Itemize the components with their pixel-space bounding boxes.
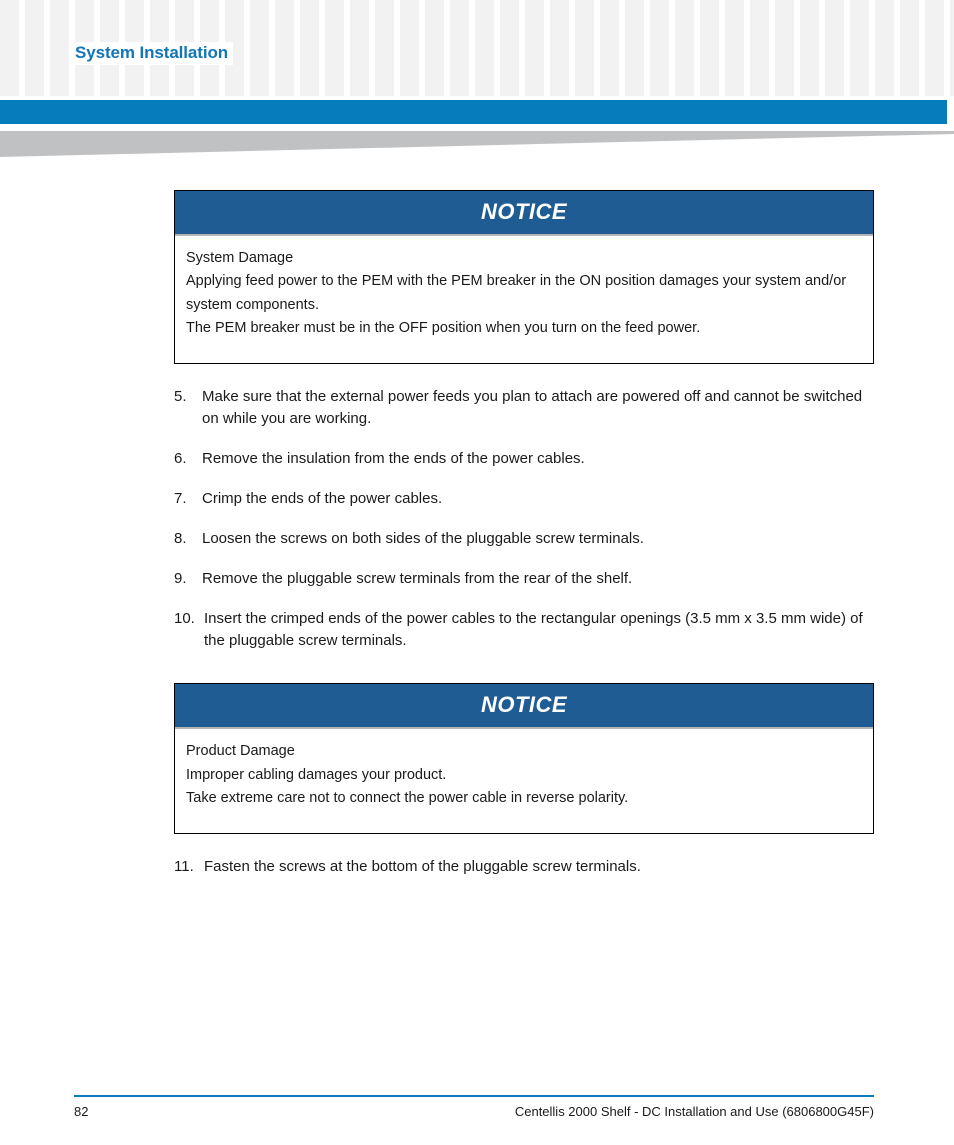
notice-header: NOTICE (175, 191, 873, 236)
notice-body: Product Damage Improper cabling damages … (175, 729, 873, 832)
step-text: Fasten the screws at the bottom of the p… (204, 857, 641, 875)
page-footer: 82 Centellis 2000 Shelf - DC Installatio… (74, 1095, 874, 1119)
step-number: 5. (174, 387, 187, 405)
step-text: Loosen the screws on both sides of the p… (202, 530, 644, 548)
step-list-upper: 5. Make sure that the external power fee… (174, 386, 876, 652)
list-item: 5. Make sure that the external power fee… (174, 386, 876, 430)
step-number: 7. (174, 490, 187, 508)
step-number: 11. (174, 857, 194, 875)
list-item: 9. Remove the pluggable screw terminals … (174, 568, 876, 590)
page-title: System Installation (74, 42, 234, 65)
step-text: Remove the insulation from the ends of t… (202, 450, 585, 468)
notice-line: Product Damage (186, 743, 295, 760)
list-item: 8. Loosen the screws on both sides of th… (174, 528, 876, 550)
notice-line: The PEM breaker must be in the OFF posit… (186, 320, 701, 337)
notice-header: NOTICE (175, 684, 873, 730)
notice-line: Improper cabling damages your product. (186, 766, 447, 783)
pattern-row (0, 77, 954, 96)
notice-line: Take extreme care not to connect the pow… (186, 790, 629, 807)
list-item: 10. Insert the crimped ends of the power… (174, 608, 876, 652)
notice-box-product-damage: NOTICE Product Damage Improper cabling d… (174, 683, 874, 834)
step-number: 8. (174, 530, 187, 548)
notice-title: NOTICE (480, 692, 568, 718)
list-item: 6. Remove the insulation from the ends o… (174, 448, 876, 470)
list-item: 7. Crimp the ends of the power cables. (174, 488, 876, 510)
notice-line: Applying feed power to the PEM with the … (186, 273, 847, 313)
step-text: Make sure that the external power feeds … (202, 387, 863, 427)
notice-line: System Damage (186, 250, 294, 266)
step-number: 6. (174, 450, 187, 468)
step-number: 9. (174, 570, 187, 588)
header-blue-bar (0, 100, 947, 124)
step-text: Crimp the ends of the power cables. (202, 490, 443, 508)
wedge-shape (0, 131, 954, 157)
step-text: Remove the pluggable screw terminals fro… (202, 570, 633, 588)
footer-page-number: 82 (74, 1104, 89, 1119)
page-content: NOTICE System Damage Applying feed power… (174, 190, 876, 896)
header-gray-wedge (0, 131, 954, 159)
pattern-row (0, 2, 954, 21)
step-text: Insert the crimped ends of the power cab… (204, 610, 863, 650)
step-list-lower: 11. Fasten the screws at the bottom of t… (174, 856, 876, 878)
step-number: 10. (174, 610, 195, 628)
notice-box-system-damage: NOTICE System Damage Applying feed power… (174, 190, 874, 364)
list-item: 11. Fasten the screws at the bottom of t… (174, 856, 876, 878)
notice-body: System Damage Applying feed power to the… (175, 236, 873, 363)
notice-title: NOTICE (480, 199, 568, 224)
footer-document-title: Centellis 2000 Shelf - DC Installation a… (514, 1104, 874, 1119)
